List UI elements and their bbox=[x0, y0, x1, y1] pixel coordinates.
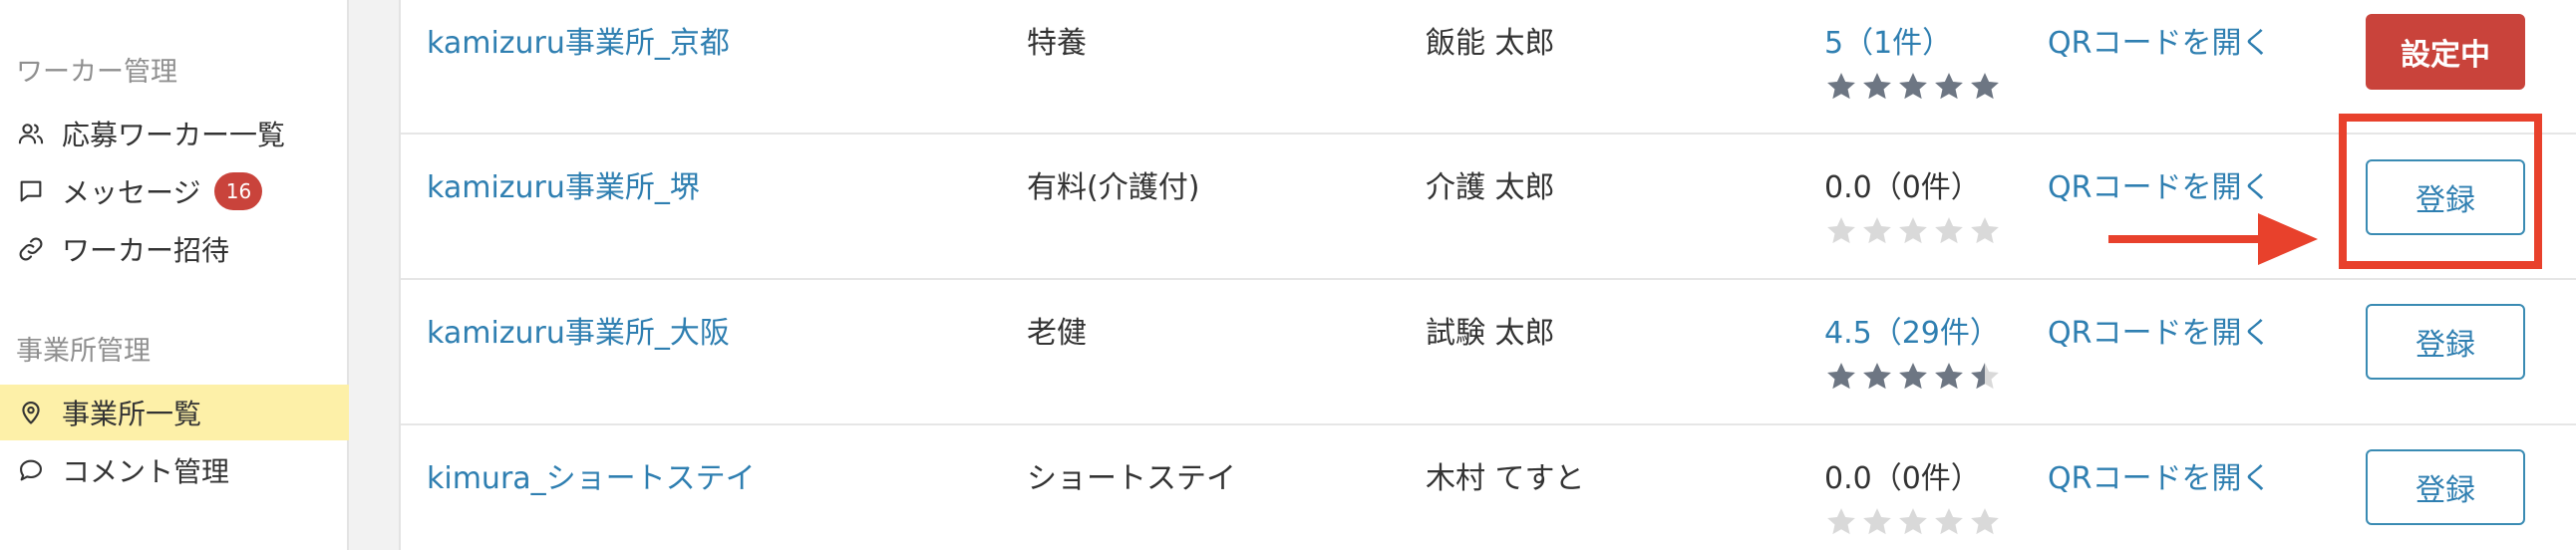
unread-badge: 16 bbox=[214, 172, 263, 210]
star-half-icon bbox=[1968, 360, 2002, 394]
star-filled-icon bbox=[1824, 70, 1858, 104]
rating-cell: 0.0（0件） bbox=[1824, 162, 2002, 248]
action-button[interactable]: 登録 bbox=[2366, 449, 2525, 525]
office-name-link[interactable]: kamizuru事業所_京都 bbox=[427, 18, 730, 62]
rating-link[interactable]: 5（1件） bbox=[1824, 18, 2002, 62]
star-empty-icon bbox=[1860, 214, 1894, 248]
action-button[interactable]: 登録 bbox=[2366, 304, 2525, 380]
sidebar-item-applicants[interactable]: 応募ワーカー一覧 bbox=[0, 106, 349, 161]
star-empty-icon bbox=[1860, 505, 1894, 539]
star-rating bbox=[1824, 505, 2002, 539]
action-button[interactable]: 設定中 bbox=[2366, 14, 2525, 90]
star-filled-icon bbox=[1860, 360, 1894, 394]
sidebar-item-messages[interactable]: メッセージ 16 bbox=[0, 163, 349, 219]
star-rating bbox=[1824, 70, 2002, 104]
star-filled-icon bbox=[1968, 70, 2002, 104]
service-type: ショートステイ bbox=[1027, 461, 1236, 496]
map-pin-icon bbox=[16, 398, 46, 427]
contact-person: 試験 太郎 bbox=[1426, 316, 1555, 351]
star-empty-icon bbox=[1896, 214, 1930, 248]
service-type: 有料(介護付) bbox=[1027, 170, 1200, 205]
sidebar-item-label: ワーカー招待 bbox=[62, 234, 230, 267]
office-name-link[interactable]: kamizuru事業所_堺 bbox=[427, 162, 700, 206]
rating-cell: 5（1件） bbox=[1824, 18, 2002, 104]
star-rating bbox=[1824, 214, 2002, 248]
rating-cell: 0.0（0件） bbox=[1824, 453, 2002, 539]
sidebar-item-label: 応募ワーカー一覧 bbox=[62, 119, 286, 151]
star-empty-icon bbox=[1932, 505, 1966, 539]
link-icon bbox=[16, 234, 46, 264]
qr-code-link[interactable]: QRコードを開く bbox=[2048, 453, 2271, 497]
sidebar-item-label: メッセージ bbox=[62, 176, 201, 209]
action-button[interactable]: 登録 bbox=[2366, 159, 2525, 235]
star-empty-icon bbox=[1932, 214, 1966, 248]
worker-section-title: ワーカー管理 bbox=[16, 57, 177, 88]
table-row: kamizuru事業所_堺 有料(介護付) 介護 太郎 0.0（0件） QRコー… bbox=[401, 135, 2576, 280]
star-filled-icon bbox=[1932, 360, 1966, 394]
sidebar-item-offices[interactable]: 事業所一覧 bbox=[0, 385, 349, 440]
star-empty-icon bbox=[1824, 505, 1858, 539]
qr-code-link[interactable]: QRコードを開く bbox=[2048, 162, 2271, 206]
star-filled-icon bbox=[1932, 70, 1966, 104]
office-table: kamizuru事業所_京都 特養 飯能 太郎 5（1件） QRコードを開く 設… bbox=[399, 0, 2576, 550]
contact-person: 飯能 太郎 bbox=[1426, 26, 1555, 61]
office-name-link[interactable]: kamizuru事業所_大阪 bbox=[427, 308, 730, 352]
star-empty-icon bbox=[1968, 505, 2002, 539]
star-filled-icon bbox=[1860, 70, 1894, 104]
qr-code-link[interactable]: QRコードを開く bbox=[2048, 308, 2271, 352]
sidebar-item-label: 事業所一覧 bbox=[62, 398, 202, 430]
sidebar-item-label: コメント管理 bbox=[62, 455, 230, 488]
office-section-title: 事業所管理 bbox=[16, 336, 151, 367]
sidebar: ワーカー管理 応募ワーカー一覧 メッセージ 16 ワーカー招待 事業所管理 事業… bbox=[0, 0, 349, 550]
star-filled-icon bbox=[1896, 360, 1930, 394]
star-rating bbox=[1824, 360, 2002, 394]
contact-person: 介護 太郎 bbox=[1426, 170, 1555, 205]
sidebar-item-comments[interactable]: コメント管理 bbox=[0, 442, 349, 498]
star-empty-icon bbox=[1968, 214, 2002, 248]
rating-link[interactable]: 0.0（0件） bbox=[1824, 453, 2002, 497]
service-type: 特養 bbox=[1027, 26, 1087, 61]
table-row: kamizuru事業所_大阪 老健 試験 太郎 4.5（29件） QRコードを開… bbox=[401, 280, 2576, 425]
sidebar-item-invite[interactable]: ワーカー招待 bbox=[0, 221, 349, 277]
office-name-link[interactable]: kimura_ショートステイ bbox=[427, 453, 756, 497]
rating-link[interactable]: 4.5（29件） bbox=[1824, 308, 2002, 352]
message-icon bbox=[16, 176, 46, 206]
qr-code-link[interactable]: QRコードを開く bbox=[2048, 18, 2271, 62]
service-type: 老健 bbox=[1027, 316, 1087, 351]
star-empty-icon bbox=[1896, 505, 1930, 539]
users-icon bbox=[16, 119, 46, 148]
comment-icon bbox=[16, 455, 46, 485]
star-empty-icon bbox=[1824, 214, 1858, 248]
table-row: kimura_ショートステイ ショートステイ 木村 てすと 0.0（0件） QR… bbox=[401, 425, 2576, 550]
rating-link[interactable]: 0.0（0件） bbox=[1824, 162, 2002, 206]
star-filled-icon bbox=[1824, 360, 1858, 394]
table-row: kamizuru事業所_京都 特養 飯能 太郎 5（1件） QRコードを開く 設… bbox=[401, 0, 2576, 135]
rating-cell: 4.5（29件） bbox=[1824, 308, 2002, 394]
star-filled-icon bbox=[1896, 70, 1930, 104]
contact-person: 木村 てすと bbox=[1426, 461, 1585, 496]
